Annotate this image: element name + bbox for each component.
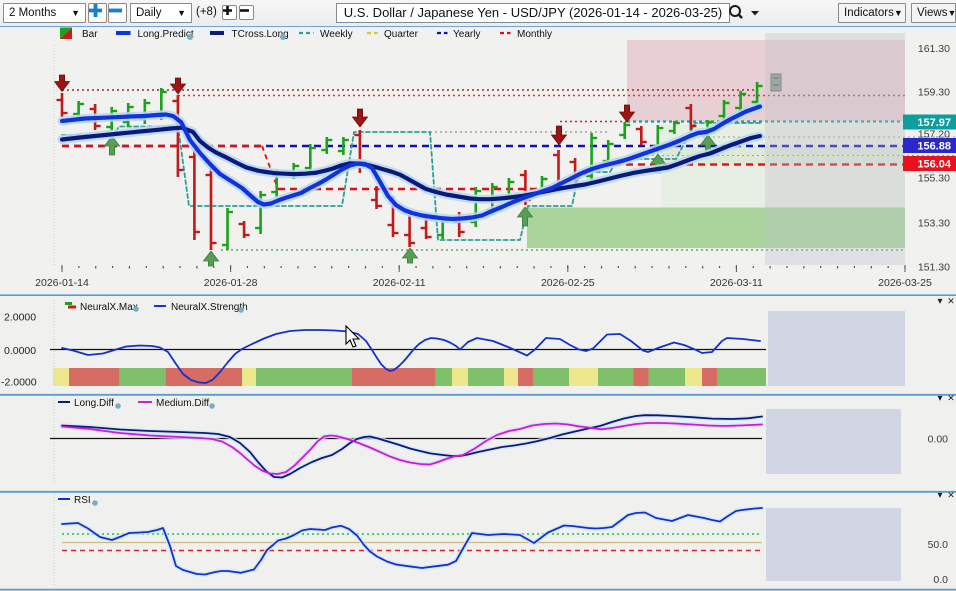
svg-text:2026-02-11: 2026-02-11 — [373, 277, 426, 289]
svg-text:Quarter: Quarter — [384, 29, 419, 40]
svg-text:155.30: 155.30 — [918, 173, 950, 185]
svg-text:161.30: 161.30 — [918, 43, 950, 55]
svg-text:153.30: 153.30 — [918, 218, 950, 230]
svg-text:2026-01-14: 2026-01-14 — [35, 277, 89, 289]
svg-text:NeuralX.Max: NeuralX.Max — [80, 302, 138, 313]
svg-text:0.00: 0.00 — [928, 434, 949, 446]
svg-text:2026-03-25: 2026-03-25 — [878, 277, 932, 289]
svg-text:2.0000: 2.0000 — [4, 312, 36, 324]
svg-text:156.04: 156.04 — [917, 159, 952, 171]
svg-text:Long.Diff: Long.Diff — [74, 398, 114, 409]
svg-text:Bar: Bar — [82, 29, 98, 40]
svg-text:Weekly: Weekly — [320, 29, 353, 40]
svg-text:Monthly: Monthly — [517, 29, 552, 40]
svg-text:▾: ▾ — [937, 296, 942, 307]
svg-text:RSI: RSI — [74, 495, 91, 506]
svg-text:TCross.Long: TCross.Long — [232, 29, 289, 40]
svg-text:-2.0000: -2.0000 — [1, 377, 37, 389]
svg-text:2026-02-25: 2026-02-25 — [541, 277, 595, 289]
svg-text:156.88: 156.88 — [917, 141, 951, 153]
svg-text:Yearly: Yearly — [453, 29, 480, 40]
svg-text:▾: ▾ — [937, 393, 942, 404]
svg-text:157.97: 157.97 — [917, 117, 951, 129]
svg-text:✕: ✕ — [947, 393, 955, 403]
svg-text:151.30: 151.30 — [918, 262, 950, 274]
svg-text:Medium.Diff: Medium.Diff — [156, 398, 209, 409]
svg-text:2026-01-28: 2026-01-28 — [204, 277, 258, 289]
svg-text:Long.Predict: Long.Predict — [138, 29, 194, 40]
svg-text:NeuralX.Strength: NeuralX.Strength — [171, 302, 248, 313]
svg-text:0.0000: 0.0000 — [4, 345, 36, 357]
svg-text:50.0: 50.0 — [928, 539, 949, 551]
svg-text:0.0: 0.0 — [933, 574, 948, 586]
svg-text:✕: ✕ — [947, 490, 955, 500]
svg-text:2026-03-11: 2026-03-11 — [710, 277, 763, 289]
svg-text:▾: ▾ — [937, 490, 942, 501]
svg-text:✕: ✕ — [947, 296, 955, 306]
svg-text:159.30: 159.30 — [918, 87, 950, 99]
